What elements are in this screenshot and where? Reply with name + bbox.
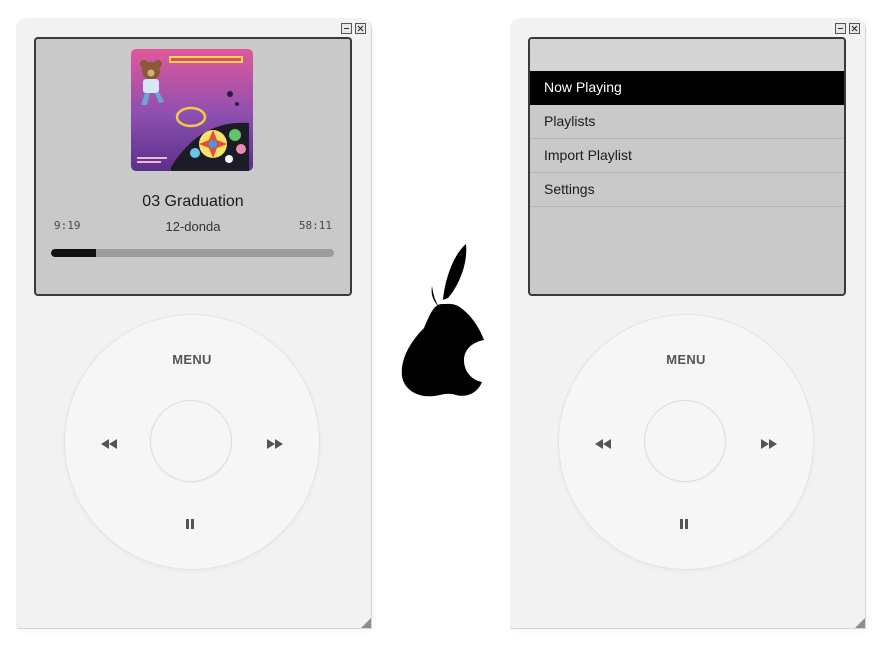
close-icon bbox=[851, 25, 858, 32]
next-button[interactable] bbox=[761, 436, 777, 454]
close-icon bbox=[357, 25, 364, 32]
ipod-player-menu: Now Playing Playlists Import Playlist Se… bbox=[510, 18, 865, 628]
click-wheel[interactable]: MENU bbox=[559, 315, 813, 569]
resize-corner[interactable] bbox=[361, 618, 371, 628]
resize-corner[interactable] bbox=[855, 618, 865, 628]
fast-forward-icon bbox=[267, 439, 283, 449]
menu-item-import-playlist[interactable]: Import Playlist bbox=[530, 139, 844, 173]
click-wheel[interactable]: MENU bbox=[65, 315, 319, 569]
track-album: 12-donda bbox=[165, 219, 221, 234]
progress-fill bbox=[51, 249, 97, 257]
menu-item-now-playing[interactable]: Now Playing bbox=[530, 71, 844, 105]
progress-bar[interactable] bbox=[51, 249, 334, 257]
close-button[interactable] bbox=[355, 23, 366, 34]
menu-item-settings[interactable]: Settings bbox=[530, 173, 844, 207]
album-art-graduation-icon bbox=[131, 49, 253, 171]
rewind-icon bbox=[595, 439, 611, 449]
select-button[interactable] bbox=[645, 401, 725, 481]
next-button[interactable] bbox=[267, 436, 283, 454]
fast-forward-icon bbox=[761, 439, 777, 449]
time-total: 58:11 bbox=[298, 219, 332, 232]
menu-button[interactable]: MENU bbox=[559, 352, 813, 367]
pause-icon bbox=[186, 519, 194, 529]
now-playing-screen: 03 Graduation 9:19 12-donda 58:11 bbox=[34, 37, 352, 296]
album-art bbox=[131, 49, 253, 171]
window-controls bbox=[341, 23, 366, 34]
pear-logo-icon bbox=[401, 244, 484, 397]
close-button[interactable] bbox=[849, 23, 860, 34]
minimize-button[interactable] bbox=[835, 23, 846, 34]
window-controls bbox=[835, 23, 860, 34]
menu-screen: Now Playing Playlists Import Playlist Se… bbox=[528, 37, 846, 296]
minimize-icon bbox=[838, 28, 843, 29]
track-title: 03 Graduation bbox=[142, 193, 244, 210]
minimize-button[interactable] bbox=[341, 23, 352, 34]
menu-item-playlists[interactable]: Playlists bbox=[530, 105, 844, 139]
pause-icon bbox=[680, 519, 688, 529]
time-row: 9:19 12-donda 58:11 bbox=[54, 219, 332, 235]
previous-button[interactable] bbox=[101, 436, 117, 454]
play-pause-button[interactable] bbox=[185, 516, 195, 534]
minimize-icon bbox=[344, 28, 349, 29]
previous-button[interactable] bbox=[595, 436, 611, 454]
rewind-icon bbox=[101, 439, 117, 449]
select-button[interactable] bbox=[151, 401, 231, 481]
menu-header bbox=[530, 39, 844, 71]
ipod-player-now-playing: 03 Graduation 9:19 12-donda 58:11 MENU bbox=[16, 18, 371, 628]
play-pause-button[interactable] bbox=[679, 516, 689, 534]
menu-button[interactable]: MENU bbox=[65, 352, 319, 367]
